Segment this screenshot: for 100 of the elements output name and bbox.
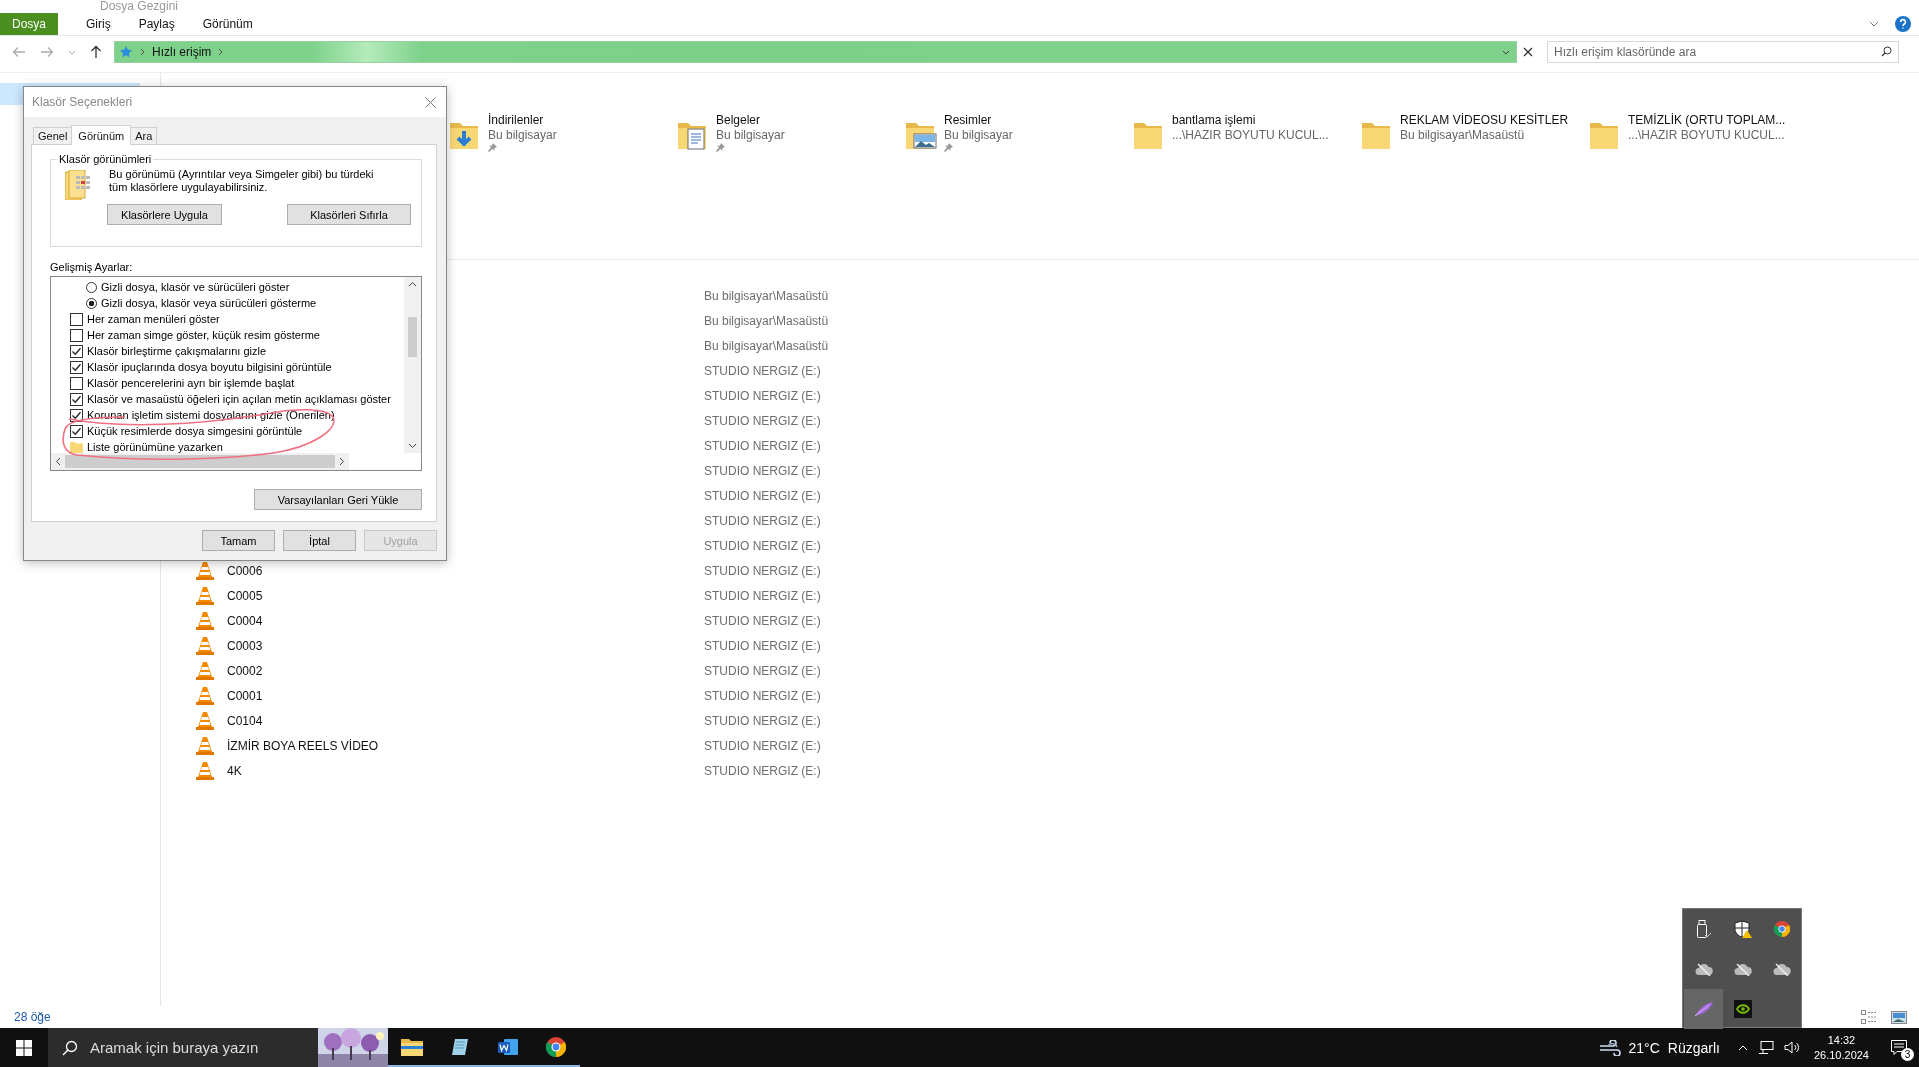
scroll-right-icon[interactable] — [339, 457, 345, 466]
dialog-tab[interactable]: Genel — [33, 127, 73, 144]
search-input[interactable]: Aramak için buraya yazın — [90, 1039, 306, 1056]
clock-time[interactable]: 14:32 — [1827, 1032, 1856, 1048]
browser-icon[interactable] — [1773, 921, 1790, 937]
feather-icon[interactable] — [1693, 1001, 1714, 1017]
chevron-right-icon[interactable] — [140, 48, 145, 56]
folder-name[interactable]: REKLAM VİDEOSU KESİTLER — [1400, 113, 1569, 128]
details-view-icon[interactable] — [1861, 1010, 1877, 1024]
checkbox[interactable] — [70, 328, 83, 342]
radio-button[interactable] — [86, 297, 97, 309]
dialog-button[interactable]: Klasörleri Sıfırla — [287, 204, 411, 225]
folder-location: Bu bilgisayar\Masaüstü — [1400, 128, 1525, 143]
horizontal-scrollbar[interactable] — [51, 453, 349, 470]
file-name[interactable]: C0006 — [227, 563, 704, 578]
file-location: STUDIO NERGIZ (E:) — [704, 363, 821, 378]
notification-icon[interactable] — [1891, 1040, 1907, 1055]
setting-label[interactable]: Klasör ve masaüstü öğeleri için açılan metin açıklaması göster — [87, 393, 391, 405]
taskbar-search-bar[interactable]: Aramak için buraya yazın — [48, 1028, 388, 1067]
checkbox[interactable] — [70, 312, 83, 326]
file-location: STUDIO NERGIZ (E:) — [704, 588, 821, 603]
weather-temperature[interactable]: 21°C — [1628, 1039, 1660, 1056]
cloud-off-icon[interactable] — [1772, 962, 1791, 976]
dialog-button[interactable]: Klasörlere Uygula — [107, 204, 222, 225]
up-arrow-icon[interactable] — [90, 45, 102, 59]
scroll-thumb[interactable] — [408, 317, 417, 357]
file-location: STUDIO NERGIZ (E:) — [704, 488, 821, 503]
search-field[interactable]: Hızlı erişim klasöründe ara — [1547, 41, 1899, 63]
folder-name[interactable]: bantlama işlemi — [1172, 113, 1256, 128]
dialog-tab[interactable]: Görünüm — [71, 125, 132, 145]
start-icon[interactable] — [16, 1039, 32, 1056]
vertical-scrollbar[interactable] — [404, 277, 421, 453]
shield-warning-icon[interactable] — [1733, 920, 1752, 938]
file-name[interactable]: C0104 — [227, 713, 704, 728]
file-location: Bu bilgisayar\Masaüstü — [704, 313, 829, 328]
folder-name[interactable]: TEMİZLİK (ORTU TOPLAM... — [1628, 113, 1786, 128]
folder-name[interactable]: Resimler — [944, 113, 992, 128]
breadcrumb[interactable]: Hızlı erişim — [152, 45, 212, 59]
description-text: Bu görünümü (Ayrıntılar veya Simgeler gibi) bu türdeki tüm klasörlere uygulayabilirsiniz. — [109, 168, 375, 195]
eye-logo-icon[interactable] — [1733, 1000, 1752, 1018]
ribbon-tab[interactable]: Görünüm — [188, 13, 267, 35]
scroll-left-icon[interactable] — [55, 457, 61, 466]
restore-defaults-button[interactable]: Varsayılanları Geri Yükle — [254, 489, 422, 510]
help-icon[interactable] — [1895, 16, 1911, 32]
file-location: STUDIO NERGIZ (E:) — [704, 513, 821, 528]
ribbon-tab[interactable]: Paylaş — [124, 13, 189, 35]
file-location: STUDIO NERGIZ (E:) — [704, 463, 821, 478]
folder-name[interactable]: İndirilenler — [488, 113, 544, 128]
chevron-up-icon[interactable] — [1737, 1044, 1748, 1051]
radio-button[interactable] — [86, 281, 97, 293]
weather-condition[interactable]: Rüzgarlı — [1667, 1039, 1720, 1056]
weather-icon[interactable] — [1598, 1039, 1621, 1056]
usb-drive-icon[interactable] — [1696, 920, 1711, 938]
dialog-button[interactable]: İptal — [283, 530, 356, 551]
setting-label[interactable]: Küçük resimlerde dosya simgesini görüntüle — [87, 425, 303, 437]
setting-label[interactable]: Her zaman simge göster, küçük resim gösterme — [87, 329, 320, 341]
search-icon[interactable] — [62, 1039, 78, 1056]
setting-label[interactable]: Klasör birleştirme çakışmalarını gizle — [87, 345, 267, 357]
file-name[interactable]: İZMİR BOYA REELS VİDEO — [227, 738, 704, 753]
file-location: STUDIO NERGIZ (E:) — [704, 738, 821, 753]
close-icon[interactable] — [1523, 47, 1533, 57]
chevron-right-icon[interactable] — [218, 48, 224, 56]
network-icon[interactable] — [1757, 1041, 1774, 1054]
cloud-off-icon[interactable] — [1733, 962, 1752, 976]
scroll-thumb[interactable] — [65, 455, 335, 468]
scroll-down-icon[interactable] — [408, 443, 417, 449]
setting-label[interactable]: Her zaman menüleri göster — [87, 313, 220, 325]
checkbox[interactable] — [70, 424, 83, 438]
file-name[interactable]: C0002 — [227, 663, 704, 678]
file-name[interactable]: C0003 — [227, 638, 704, 653]
setting-label[interactable]: Klasör ipuçlarında dosya boyutu bilgisini görüntüle — [87, 361, 332, 373]
cloud-off-icon[interactable] — [1694, 962, 1713, 976]
pin-icon — [944, 143, 953, 152]
chevron-down-icon[interactable] — [1869, 21, 1879, 27]
dialog-tab[interactable]: Ara — [130, 127, 158, 144]
file-name[interactable]: C0005 — [227, 588, 704, 603]
search-icon[interactable] — [1881, 46, 1892, 57]
dialog-button[interactable]: Tamam — [202, 530, 275, 551]
ribbon-tab[interactable]: Dosya — [0, 13, 58, 35]
checkbox[interactable] — [70, 392, 83, 406]
checkbox[interactable] — [70, 376, 83, 390]
setting-label[interactable]: Liste görünümüne yazarken — [87, 441, 223, 453]
file-name[interactable]: C0004 — [227, 613, 704, 628]
address-bar[interactable]: Hızlı erişim — [114, 41, 1517, 63]
setting-label[interactable]: Gizli dosya, klasör ve sürücüleri göster — [101, 281, 290, 293]
setting-label[interactable]: Klasör pencerelerini ayrı bir işlemde başlat — [87, 377, 295, 389]
file-location: STUDIO NERGIZ (E:) — [704, 388, 821, 403]
ribbon-tab[interactable]: Giriş — [72, 13, 125, 35]
file-name[interactable]: C0001 — [227, 688, 704, 703]
scroll-up-icon[interactable] — [408, 281, 417, 287]
folder-name[interactable]: Belgeler — [716, 113, 761, 128]
setting-label[interactable]: Gizli dosya, klasör veya sürücüleri gösterme — [101, 297, 317, 309]
file-name[interactable]: 4K — [227, 763, 704, 778]
checkbox[interactable] — [70, 344, 83, 358]
clock-date[interactable]: 26.10.2024 — [1813, 1047, 1869, 1063]
chevron-down-icon[interactable] — [1502, 49, 1510, 55]
thumbnail-view-icon[interactable] — [1891, 1010, 1907, 1024]
checkbox[interactable] — [70, 360, 83, 374]
volume-icon[interactable] — [1783, 1041, 1800, 1054]
folder-location: Bu bilgisayar — [944, 128, 1013, 143]
